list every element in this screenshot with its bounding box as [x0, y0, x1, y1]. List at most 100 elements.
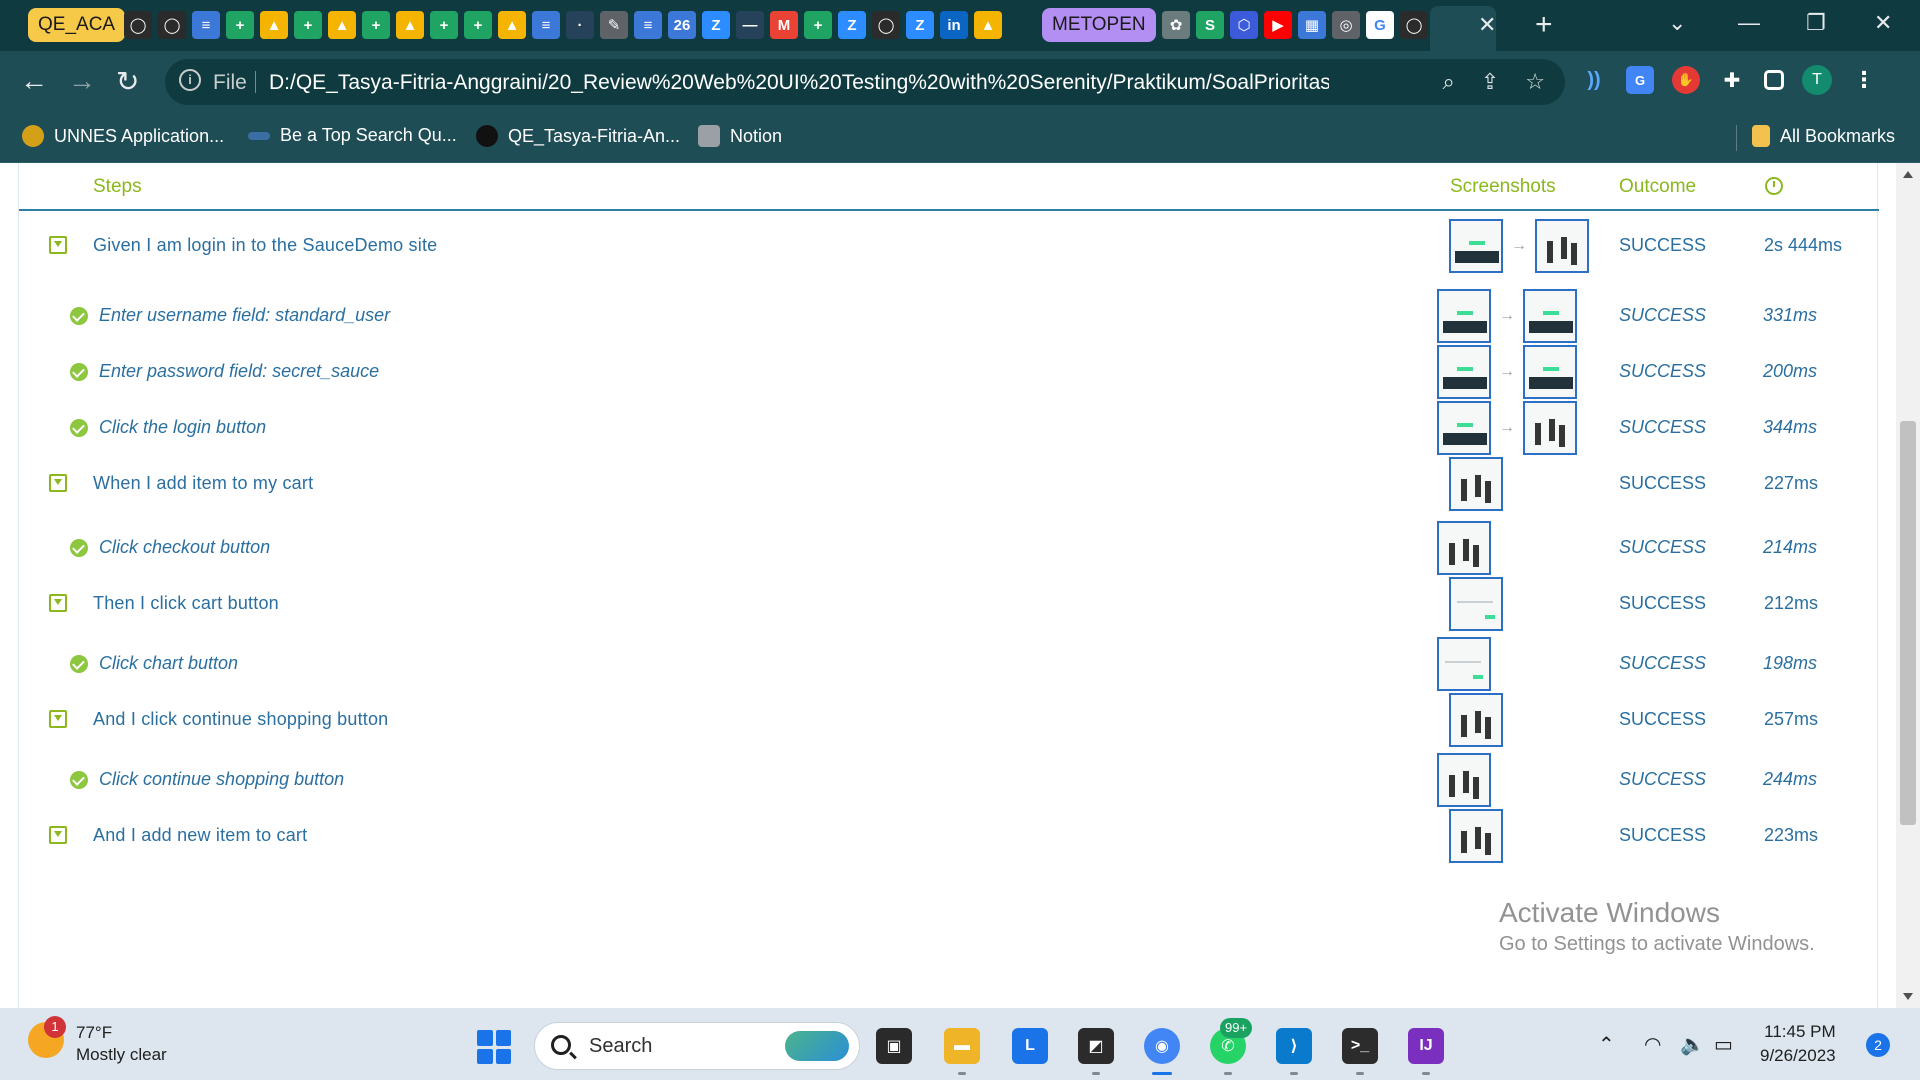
- intellij-icon[interactable]: IJ: [1408, 1028, 1444, 1064]
- calendar-tab-icon[interactable]: 26: [668, 11, 696, 39]
- screenshot-thumbnail[interactable]: [1449, 809, 1503, 863]
- github-tab-icon[interactable]: ◯: [1400, 11, 1428, 39]
- screenshot-thumbnail[interactable]: [1535, 219, 1589, 273]
- google-sheets-tab-icon[interactable]: +: [430, 11, 458, 39]
- notification-badge[interactable]: 2: [1866, 1033, 1890, 1057]
- site-tab-icon[interactable]: ▦: [1298, 11, 1326, 39]
- new-tab-icon[interactable]: +: [1535, 8, 1553, 42]
- read-aloud-extension-icon[interactable]: )): [1580, 66, 1608, 94]
- restore-icon[interactable]: ❐: [1806, 10, 1826, 36]
- close-window-icon[interactable]: ✕: [1874, 10, 1892, 36]
- all-bookmarks[interactable]: All Bookmarks: [1752, 125, 1895, 147]
- google-drive-tab-icon[interactable]: ▲: [328, 11, 356, 39]
- profile-avatar[interactable]: T: [1802, 65, 1832, 95]
- step-row[interactable]: When I add item to my cart SUCCESS 227ms: [19, 449, 1879, 519]
- google-docs-tab-icon[interactable]: ≡: [192, 11, 220, 39]
- bookmark-top-search[interactable]: Be a Top Search Qu...: [248, 125, 457, 146]
- google-sheets-tab-icon[interactable]: +: [362, 11, 390, 39]
- script-tab-icon[interactable]: S: [1196, 11, 1224, 39]
- zoom-icon[interactable]: ⌕: [1443, 69, 1455, 95]
- site-info-icon[interactable]: i: [179, 69, 201, 91]
- youtube-tab-icon[interactable]: ▶: [1264, 11, 1292, 39]
- screenshot-thumbnail[interactable]: [1523, 345, 1577, 399]
- zoom-tab-icon[interactable]: Z: [702, 11, 730, 39]
- page-scrollbar[interactable]: [1896, 163, 1920, 1008]
- google-tab-icon[interactable]: G: [1366, 11, 1394, 39]
- taskbar-search[interactable]: Search: [534, 1022, 860, 1070]
- tab-group-metopen[interactable]: METOPEN: [1042, 8, 1156, 42]
- google-drive-tab-icon[interactable]: ▲: [498, 11, 526, 39]
- expand-toggle-icon[interactable]: [49, 826, 67, 844]
- notion-tab-icon[interactable]: ✎: [600, 11, 628, 39]
- start-button[interactable]: [477, 1030, 511, 1064]
- terminal-icon[interactable]: >_: [1342, 1028, 1378, 1064]
- extensions-puzzle-icon[interactable]: ✚: [1718, 66, 1746, 94]
- screenshot-thumbnail[interactable]: [1437, 521, 1491, 575]
- hexagon-tab-icon[interactable]: ⬡: [1230, 11, 1258, 39]
- expand-toggle-icon[interactable]: [49, 236, 67, 254]
- screenshot-thumbnail[interactable]: [1437, 401, 1491, 455]
- screenshot-thumbnail[interactable]: [1437, 289, 1491, 343]
- step-row[interactable]: Given I am login in to the SauceDemo sit…: [19, 211, 1879, 281]
- forward-icon[interactable]: →: [68, 65, 96, 97]
- task-view-icon[interactable]: ▣: [876, 1028, 912, 1064]
- screenshot-thumbnail[interactable]: [1437, 637, 1491, 691]
- url-text[interactable]: D:/QE_Tasya-Fitria-Anggraini/20_Review%2…: [269, 71, 1329, 95]
- share-icon[interactable]: ⇪: [1481, 69, 1499, 95]
- minimize-icon[interactable]: —: [1738, 10, 1760, 36]
- linkedin-tab-icon[interactable]: in: [940, 11, 968, 39]
- google-docs-tab-icon[interactable]: ≡: [532, 11, 560, 39]
- google-sheets-tab-icon[interactable]: +: [464, 11, 492, 39]
- screenshot-thumbnail[interactable]: [1449, 457, 1503, 511]
- google-docs-tab-icon[interactable]: ≡: [634, 11, 662, 39]
- l-app-icon[interactable]: L: [1012, 1028, 1048, 1064]
- battery-icon[interactable]: ▭: [1714, 1032, 1733, 1057]
- chrome-taskbar-icon[interactable]: ◉: [1144, 1028, 1180, 1064]
- adblock-extension-icon[interactable]: ✋: [1672, 66, 1700, 94]
- side-panel-icon[interactable]: [1764, 70, 1784, 90]
- bookmark-unnes[interactable]: UNNES Application...: [22, 125, 224, 147]
- github-tab-icon[interactable]: ◯: [872, 11, 900, 39]
- screenshot-thumbnail[interactable]: [1449, 219, 1503, 273]
- step-row[interactable]: And I add new item to cart SUCCESS 223ms: [19, 801, 1879, 871]
- gmail-tab-icon[interactable]: M: [770, 11, 798, 39]
- tab-search-icon[interactable]: ⌄: [1668, 10, 1686, 36]
- system-clock[interactable]: 11:45 PM 9/26/2023: [1760, 1020, 1836, 1068]
- expand-toggle-icon[interactable]: [49, 594, 67, 612]
- google-drive-tab-icon[interactable]: ▲: [396, 11, 424, 39]
- expand-toggle-icon[interactable]: [49, 474, 67, 492]
- close-tab-icon[interactable]: ✕: [1478, 12, 1496, 38]
- wifi-icon[interactable]: ◠: [1644, 1032, 1661, 1057]
- google-drive-tab-icon[interactable]: ▲: [260, 11, 288, 39]
- screenshot-thumbnail[interactable]: [1523, 401, 1577, 455]
- github-tab-icon[interactable]: ◯: [158, 11, 186, 39]
- scroll-down-icon[interactable]: [1903, 993, 1913, 1000]
- bookmark-github-repo[interactable]: QE_Tasya-Fitria-An...: [476, 125, 680, 147]
- google-sheets-tab-icon[interactable]: +: [226, 11, 254, 39]
- reload-icon[interactable]: ↻: [116, 65, 139, 98]
- expand-toggle-icon[interactable]: [49, 710, 67, 728]
- screenshot-thumbnail[interactable]: [1523, 289, 1577, 343]
- tray-overflow-chevron-icon[interactable]: ⌃: [1598, 1032, 1615, 1057]
- google-translate-extension-icon[interactable]: G: [1626, 66, 1654, 94]
- volume-icon[interactable]: 🔈: [1680, 1032, 1705, 1057]
- google-sheets-tab-icon[interactable]: +: [804, 11, 832, 39]
- bookmark-star-icon[interactable]: ☆: [1525, 69, 1545, 95]
- chrome-tab-icon[interactable]: ◎: [1332, 11, 1360, 39]
- screenshot-thumbnail[interactable]: [1449, 693, 1503, 747]
- zoom-tab-icon[interactable]: Z: [906, 11, 934, 39]
- sticky-notes-icon[interactable]: ◩: [1078, 1028, 1114, 1064]
- site-tab-icon[interactable]: ·: [566, 11, 594, 39]
- back-icon[interactable]: ←: [20, 65, 48, 97]
- google-sheets-tab-icon[interactable]: +: [294, 11, 322, 39]
- screenshot-thumbnail[interactable]: [1449, 577, 1503, 631]
- tab-group-qe-aca[interactable]: QE_ACA: [28, 8, 126, 42]
- browser-menu-icon[interactable]: ⋮: [1850, 66, 1878, 94]
- weather-widget[interactable]: 1 77°F Mostly clear: [28, 1016, 167, 1066]
- bookmark-notion[interactable]: Notion: [698, 125, 782, 147]
- scroll-up-icon[interactable]: [1903, 171, 1913, 178]
- file-explorer-icon[interactable]: ▬: [944, 1028, 980, 1064]
- google-drive-tab-icon[interactable]: ▲: [974, 11, 1002, 39]
- github-tab-icon[interactable]: ◯: [124, 11, 152, 39]
- screenshot-thumbnail[interactable]: [1437, 345, 1491, 399]
